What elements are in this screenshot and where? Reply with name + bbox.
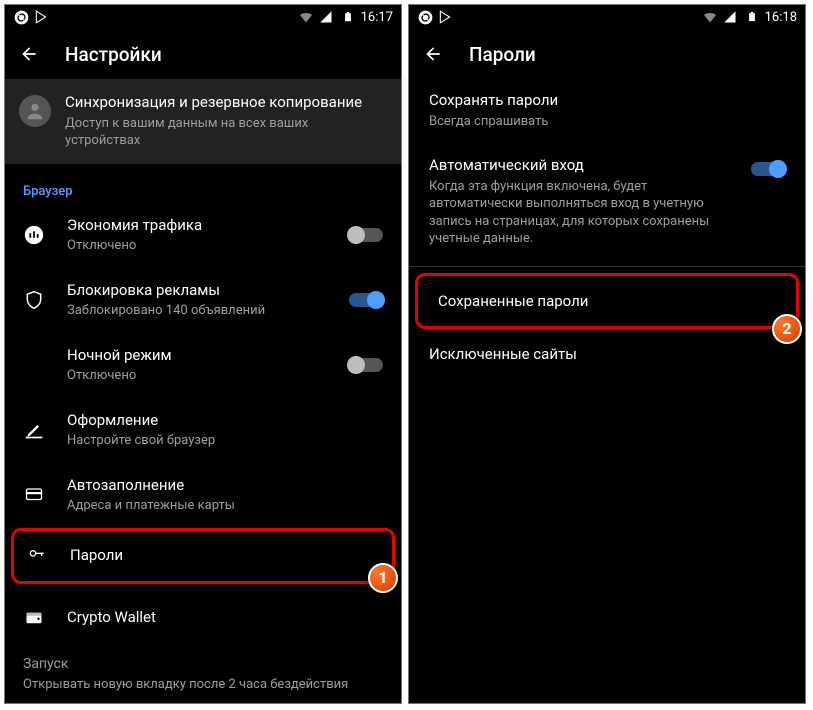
row-adblock[interactable]: Блокировка рекламы Заблокировано 140 объ… bbox=[5, 268, 401, 333]
battery-icon bbox=[340, 9, 356, 25]
toggle-night[interactable] bbox=[349, 358, 383, 372]
toggle-auto-login[interactable] bbox=[751, 162, 785, 176]
toggle-data-saver[interactable] bbox=[349, 228, 383, 242]
row-appearance[interactable]: Оформление Настройте свой браузер bbox=[5, 398, 401, 463]
sync-row[interactable]: Синхронизация и резервное копирование До… bbox=[5, 79, 401, 164]
battery-icon bbox=[744, 9, 760, 25]
paint-icon bbox=[19, 420, 49, 440]
page-title: Настройки bbox=[65, 43, 162, 66]
status-time: 16:18 bbox=[765, 10, 797, 25]
toggle-adblock[interactable] bbox=[349, 293, 383, 307]
callout-badge-1: 1 bbox=[368, 563, 398, 593]
row-save-passwords[interactable]: Сохранять пароли Всегда спрашивать bbox=[409, 79, 805, 144]
startup-block[interactable]: Запуск Открывать новую вкладку после 2 ч… bbox=[5, 646, 401, 700]
avatar-icon bbox=[19, 95, 51, 127]
play-icon bbox=[437, 9, 453, 25]
row-autofill[interactable]: Автозаполнение Адреса и платежные карты bbox=[5, 463, 401, 528]
wallet-icon bbox=[19, 609, 49, 627]
language-section: Язык bbox=[5, 699, 401, 703]
card-icon bbox=[19, 486, 49, 504]
app-bar: Настройки bbox=[5, 29, 401, 79]
sync-title: Синхронизация и резервное копирование bbox=[65, 93, 383, 113]
row-passwords[interactable]: Пароли 1 bbox=[11, 528, 395, 584]
callout-badge-2: 2 bbox=[772, 314, 802, 344]
divider bbox=[409, 266, 805, 267]
row-night[interactable]: Ночной режим Отключено bbox=[5, 333, 401, 398]
status-bar: 16:18 bbox=[409, 5, 805, 29]
shazam-icon bbox=[13, 9, 29, 25]
back-icon[interactable] bbox=[423, 44, 443, 64]
wifi-icon bbox=[298, 9, 314, 25]
sync-sub: Доступ к вашим данным на всех ваших устр… bbox=[65, 115, 383, 150]
row-crypto[interactable]: Crypto Wallet bbox=[5, 590, 401, 646]
app-bar: Пароли bbox=[409, 29, 805, 79]
phone-left: 16:17 Настройки Синхронизация и резервно… bbox=[4, 4, 402, 704]
status-bar: 16:17 bbox=[5, 5, 401, 29]
moon-icon bbox=[19, 355, 49, 375]
page-title: Пароли bbox=[469, 43, 536, 66]
shield-icon bbox=[19, 289, 49, 311]
section-browser: Браузер bbox=[5, 174, 401, 203]
row-auto-login[interactable]: Автоматический вход Когда эта функция вк… bbox=[409, 144, 805, 262]
status-time: 16:17 bbox=[361, 10, 393, 25]
back-icon[interactable] bbox=[19, 44, 39, 64]
key-icon bbox=[22, 548, 52, 564]
wifi-icon bbox=[702, 9, 718, 25]
signal-icon bbox=[723, 9, 739, 25]
row-saved-passwords[interactable]: Сохраненные пароли 2 bbox=[415, 273, 799, 329]
signal-icon bbox=[319, 9, 335, 25]
play-icon bbox=[33, 9, 49, 25]
data-saver-icon bbox=[19, 224, 49, 246]
shazam-icon bbox=[417, 9, 433, 25]
row-excluded-sites[interactable]: Исключенные сайты bbox=[409, 329, 805, 379]
row-data-saver[interactable]: Экономия трафика Отключено bbox=[5, 203, 401, 268]
phone-right: 16:18 Пароли Сохранять пароли Всегда спр… bbox=[408, 4, 806, 704]
